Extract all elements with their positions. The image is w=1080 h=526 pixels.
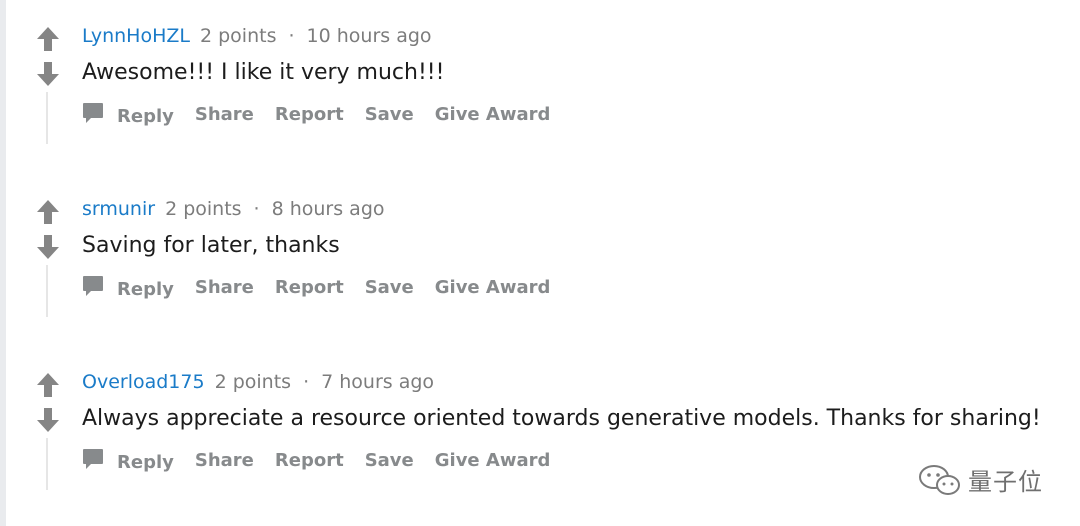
comment-body: Always appreciate a resource oriented to… <box>82 406 1041 431</box>
arrow-up-icon <box>37 200 59 224</box>
give-award-button[interactable]: Give Award <box>435 277 551 298</box>
comment-body: Saving for later, thanks <box>82 233 340 258</box>
save-button[interactable]: Save <box>365 277 414 298</box>
arrow-down-icon <box>37 62 59 86</box>
comment: LynnHoHZL 2 points · 10 hours ago Awesome!!… <box>0 0 1080 150</box>
meta-separator: · <box>253 198 260 220</box>
arrow-down-icon <box>37 235 59 259</box>
chat-bubble-icon[interactable] <box>82 448 104 472</box>
give-award-button[interactable]: Give Award <box>435 450 551 471</box>
thread-line[interactable] <box>46 92 48 144</box>
share-button[interactable]: Share <box>195 450 254 471</box>
points-count: 2 points <box>199 25 277 47</box>
reply-button[interactable]: Reply <box>117 106 174 127</box>
thread-line[interactable] <box>46 265 48 317</box>
comment-meta: srmunir 2 points · 8 hours ago <box>82 197 385 221</box>
chat-bubble-icon[interactable] <box>82 102 104 126</box>
save-button[interactable]: Save <box>365 450 414 471</box>
comment-actions: Reply Share Report Save Give Award <box>82 100 571 128</box>
comment-meta: LynnHoHZL 2 points · 10 hours ago <box>82 24 432 48</box>
report-button[interactable]: Report <box>275 450 344 471</box>
comment: srmunir 2 points · 8 hours ago Saving for l… <box>0 173 1080 323</box>
comment-body: Awesome!!! I like it very much!!! <box>82 60 445 85</box>
share-button[interactable]: Share <box>195 277 254 298</box>
upvote-button[interactable] <box>36 199 60 225</box>
meta-separator: · <box>288 25 295 47</box>
points-count: 2 points <box>214 371 292 393</box>
upvote-button[interactable] <box>36 372 60 398</box>
arrow-up-icon <box>37 27 59 51</box>
upvote-button[interactable] <box>36 26 60 52</box>
watermark-text: 量子位 <box>968 468 1043 496</box>
comment-actions: Reply Share Report Save Give Award <box>82 273 571 301</box>
chat-bubble-icon[interactable] <box>82 275 104 299</box>
author-link[interactable]: Overload175 <box>82 371 205 393</box>
reply-button[interactable]: Reply <box>117 279 174 300</box>
report-button[interactable]: Report <box>275 104 344 125</box>
share-button[interactable]: Share <box>195 104 254 125</box>
comment-actions: Reply Share Report Save Give Award <box>82 446 571 474</box>
downvote-button[interactable] <box>36 407 60 433</box>
report-button[interactable]: Report <box>275 277 344 298</box>
meta-separator: · <box>303 371 310 393</box>
downvote-button[interactable] <box>36 234 60 260</box>
points-count: 2 points <box>165 198 242 220</box>
arrow-up-icon <box>37 373 59 397</box>
save-button[interactable]: Save <box>365 104 414 125</box>
wechat-logo-icon <box>919 464 960 495</box>
timestamp[interactable]: 7 hours ago <box>321 371 434 393</box>
reply-button[interactable]: Reply <box>117 452 174 473</box>
timestamp[interactable]: 10 hours ago <box>307 25 432 47</box>
watermark: 量子位 <box>918 462 1043 497</box>
timestamp[interactable]: 8 hours ago <box>272 198 385 220</box>
arrow-down-icon <box>37 408 59 432</box>
author-link[interactable]: srmunir <box>82 198 155 220</box>
downvote-button[interactable] <box>36 61 60 87</box>
comment-meta: Overload175 2 points · 7 hours ago <box>82 370 434 394</box>
author-link[interactable]: LynnHoHZL <box>82 25 190 47</box>
give-award-button[interactable]: Give Award <box>435 104 551 125</box>
thread-line[interactable] <box>46 438 48 490</box>
